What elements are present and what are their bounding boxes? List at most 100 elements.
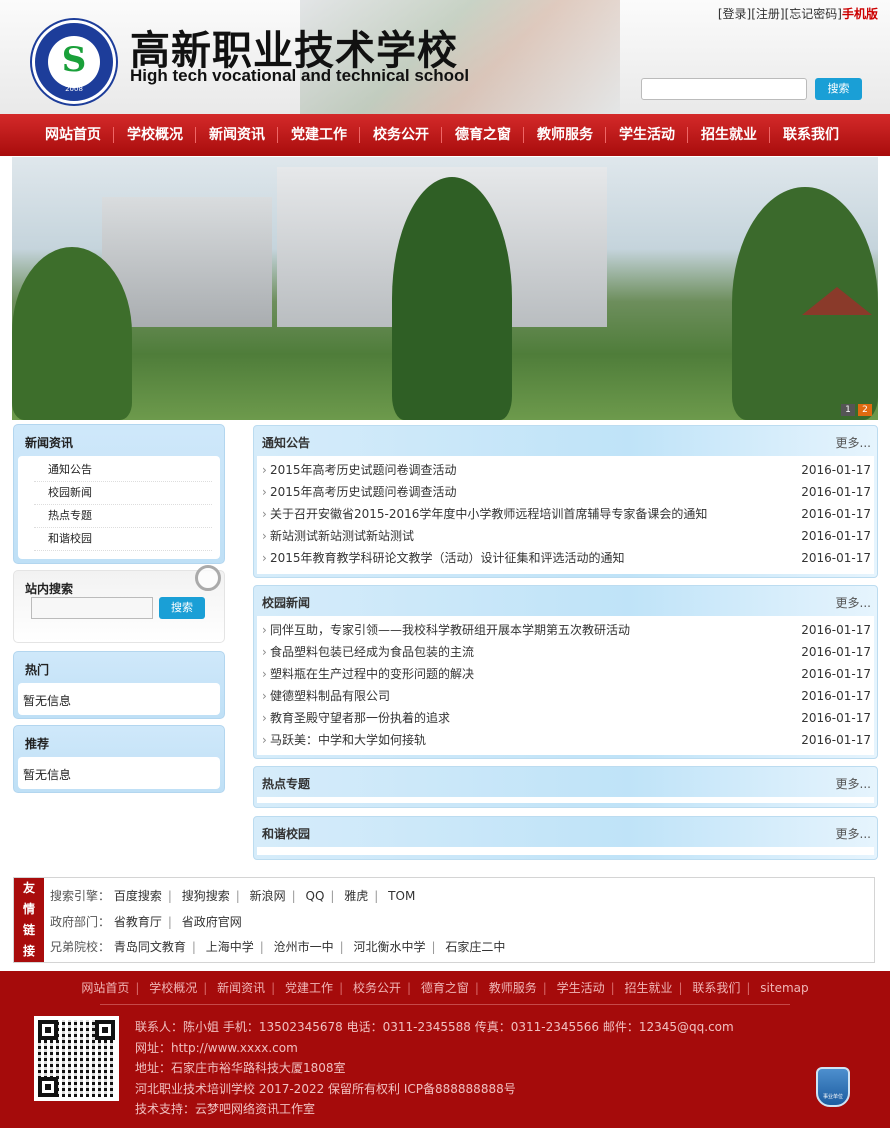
footer-address: 地址：石家庄市裕华路科技大厦1808室 bbox=[135, 1061, 346, 1075]
sidebar-news-box: 新闻资讯 通知公告 校园新闻 热点专题 和谐校园 bbox=[13, 424, 225, 564]
list-item[interactable]: 2015年高考历史试题问卷调查活动2016-01-17 bbox=[260, 481, 874, 503]
qr-code bbox=[34, 1016, 119, 1101]
link-education-dept[interactable]: 省教育厅 bbox=[114, 915, 162, 929]
search-engine-links: 搜索引擎： 百度搜索 | 搜狗搜索 | 新浪网 | QQ | 雅虎 | TOM bbox=[50, 889, 416, 903]
campus-news-panel-title: 校园新闻 bbox=[262, 596, 311, 610]
sidebar-hot-empty: 暂无信息 bbox=[23, 694, 72, 708]
footer-nav-item[interactable]: 学校概况 bbox=[149, 981, 197, 995]
footer-info: 联系人：陈小姐 手机：13502345678 电话：0311-2345588 传… bbox=[135, 1017, 734, 1120]
list-item[interactable]: 马跃美：中学和大学如何接轨2016-01-17 bbox=[260, 729, 874, 751]
notice-panel: 通知公告 更多... 2015年高考历史试题问卷调查活动2016-01-17 2… bbox=[253, 425, 878, 578]
footer-nav-sitemap[interactable]: sitemap bbox=[760, 981, 808, 995]
link-school-shanghai[interactable]: 上海中学 bbox=[206, 940, 254, 954]
link-yahoo[interactable]: 雅虎 bbox=[344, 889, 368, 903]
nav-item-party[interactable]: 党建工作 bbox=[278, 114, 360, 156]
list-item[interactable]: 塑料瓶在生产过程中的变形问题的解决2016-01-17 bbox=[260, 663, 874, 685]
link-school-hengshui[interactable]: 河北衡水中学 bbox=[354, 940, 426, 954]
list-item[interactable]: 关于召开安徽省2015-2016学年度中小学教师远程培训首席辅导专家备课会的通知… bbox=[260, 503, 874, 525]
harmony-panel: 和谐校园 更多... bbox=[253, 816, 878, 860]
notice-panel-title: 通知公告 bbox=[262, 436, 311, 450]
sidebar-item-hot-topics[interactable]: 热点专题 bbox=[34, 505, 212, 528]
campus-news-list: 同伴互助，专家引领——我校科学教研组开展本学期第五次教研活动2016-01-17… bbox=[257, 616, 874, 755]
link-school-shijiazhuang[interactable]: 石家庄二中 bbox=[445, 940, 505, 954]
link-school-qingdao[interactable]: 青岛同文教育 bbox=[114, 940, 186, 954]
sidebar-item-harmony[interactable]: 和谐校园 bbox=[34, 528, 212, 551]
nav-item-about[interactable]: 学校概况 bbox=[114, 114, 196, 156]
footer-website: 网址：http://www.xxxx.com bbox=[135, 1040, 298, 1055]
slide-dot-1[interactable]: 1 bbox=[841, 404, 855, 416]
notice-list: 2015年高考历史试题问卷调查活动2016-01-17 2015年高考历史试题问… bbox=[257, 456, 874, 574]
government-links: 政府部门： 省教育厅 | 省政府官网 bbox=[50, 915, 242, 929]
footer-nav-item[interactable]: 联系我们 bbox=[692, 981, 740, 995]
campus-news-more-link[interactable]: 更多... bbox=[836, 594, 871, 611]
school-name-en: High tech vocational and technical schoo… bbox=[130, 66, 470, 85]
harmony-panel-title: 和谐校园 bbox=[262, 827, 311, 841]
account-links: [登录][注册][忘记密码]手机版 bbox=[718, 5, 878, 22]
school-logo[interactable]: S 2008 bbox=[32, 20, 116, 104]
footer-nav-item[interactable]: 网站首页 bbox=[81, 981, 129, 995]
hot-topics-panel-title: 热点专题 bbox=[262, 777, 311, 791]
footer-nav-item[interactable]: 校务公开 bbox=[353, 981, 401, 995]
link-tom[interactable]: TOM bbox=[388, 889, 415, 903]
magnifier-icon bbox=[195, 565, 221, 591]
nav-item-contact[interactable]: 联系我们 bbox=[770, 114, 852, 156]
footer-nav-item[interactable]: 招生就业 bbox=[625, 981, 673, 995]
link-qq[interactable]: QQ bbox=[306, 889, 325, 903]
site-search-title: 站内搜索 bbox=[25, 582, 74, 596]
login-link[interactable]: [登录] bbox=[718, 7, 751, 21]
list-item[interactable]: 2015年高考历史试题问卷调查活动2016-01-17 bbox=[260, 459, 874, 481]
register-link[interactable]: [注册] bbox=[751, 7, 784, 21]
link-school-cangzhou[interactable]: 沧州市一中 bbox=[274, 940, 334, 954]
nav-item-admission[interactable]: 招生就业 bbox=[688, 114, 770, 156]
campus-news-panel: 校园新闻 更多... 同伴互助，专家引领——我校科学教研组开展本学期第五次教研活… bbox=[253, 585, 878, 759]
friendly-links: 友 情 链 接 搜索引擎： 百度搜索 | 搜狗搜索 | 新浪网 | QQ | 雅虎 | T… bbox=[13, 877, 875, 963]
list-item[interactable]: 2015年教育教学科研论文教学（活动）设计征集和评选活动的通知2016-01-1… bbox=[260, 547, 874, 569]
footer-nav-item[interactable]: 新闻资讯 bbox=[217, 981, 265, 995]
site-search-button[interactable]: 搜索 bbox=[159, 597, 205, 619]
link-sogou[interactable]: 搜狗搜索 bbox=[182, 889, 230, 903]
site-search-input[interactable] bbox=[31, 597, 153, 619]
link-sina[interactable]: 新浪网 bbox=[250, 889, 286, 903]
link-provincial-gov[interactable]: 省政府官网 bbox=[182, 915, 242, 929]
footer-nav-item[interactable]: 德育之窗 bbox=[421, 981, 469, 995]
banner-slideshow[interactable]: 1 2 bbox=[12, 157, 878, 420]
harmony-more-link[interactable]: 更多... bbox=[836, 825, 871, 842]
sidebar-recommend-title: 推荐 bbox=[25, 737, 50, 751]
list-item[interactable]: 同伴互助，专家引领——我校科学教研组开展本学期第五次教研活动2016-01-17 bbox=[260, 619, 874, 641]
footer-nav-item[interactable]: 党建工作 bbox=[285, 981, 333, 995]
hot-topics-panel: 热点专题 更多... bbox=[253, 766, 878, 808]
nav-item-home[interactable]: 网站首页 bbox=[32, 114, 114, 156]
nav-item-student[interactable]: 学生活动 bbox=[606, 114, 688, 156]
list-item[interactable]: 新站测试新站测试新站测试2016-01-17 bbox=[260, 525, 874, 547]
sidebar-hot-title: 热门 bbox=[25, 663, 50, 677]
mobile-version-link[interactable]: 手机版 bbox=[842, 7, 878, 21]
search-button[interactable]: 搜索 bbox=[815, 78, 862, 100]
footer-nav-item[interactable]: 学生活动 bbox=[557, 981, 605, 995]
list-item[interactable]: 食品塑料包装已经成为食品包装的主流2016-01-17 bbox=[260, 641, 874, 663]
sidebar-news-title: 新闻资讯 bbox=[25, 436, 74, 450]
list-item[interactable]: 健德塑料制品有限公司2016-01-17 bbox=[260, 685, 874, 707]
sidebar-item-notice[interactable]: 通知公告 bbox=[34, 459, 212, 482]
nav-item-affairs[interactable]: 校务公开 bbox=[360, 114, 442, 156]
list-item[interactable]: 教育圣殿守望者那一份执着的追求2016-01-17 bbox=[260, 707, 874, 729]
hot-topics-more-link[interactable]: 更多... bbox=[836, 775, 871, 792]
footer-copyright: 河北职业技术培训学校 2017-2022 保留所有权利 ICP备88888888… bbox=[135, 1081, 516, 1096]
institution-badge-icon[interactable]: 事业单位 bbox=[816, 1067, 850, 1107]
link-baidu[interactable]: 百度搜索 bbox=[114, 889, 162, 903]
nav-item-news[interactable]: 新闻资讯 bbox=[196, 114, 278, 156]
banner-tree bbox=[392, 177, 512, 420]
slide-dot-2[interactable]: 2 bbox=[858, 404, 872, 416]
search-input[interactable] bbox=[641, 78, 807, 100]
notice-more-link[interactable]: 更多... bbox=[836, 434, 871, 451]
footer-nav: 网站首页 | 学校概况 | 新闻资讯 | 党建工作 | 校务公开 | 德育之窗 | 教师服务… bbox=[81, 981, 809, 995]
sidebar-hot-box: 热门 暂无信息 bbox=[13, 651, 225, 719]
footer-nav-item[interactable]: 教师服务 bbox=[489, 981, 537, 995]
sidebar-recommend-box: 推荐 暂无信息 bbox=[13, 725, 225, 793]
footer-support: 技术支持：云梦吧网络资讯工作室 bbox=[135, 1102, 316, 1116]
nav-item-teacher[interactable]: 教师服务 bbox=[524, 114, 606, 156]
sidebar-item-campus-news[interactable]: 校园新闻 bbox=[34, 482, 212, 505]
sidebar-recommend-empty: 暂无信息 bbox=[23, 768, 72, 782]
nav-item-moral[interactable]: 德育之窗 bbox=[442, 114, 524, 156]
slide-indicators: 1 2 bbox=[841, 404, 872, 416]
forgot-password-link[interactable]: [忘记密码] bbox=[785, 7, 842, 21]
